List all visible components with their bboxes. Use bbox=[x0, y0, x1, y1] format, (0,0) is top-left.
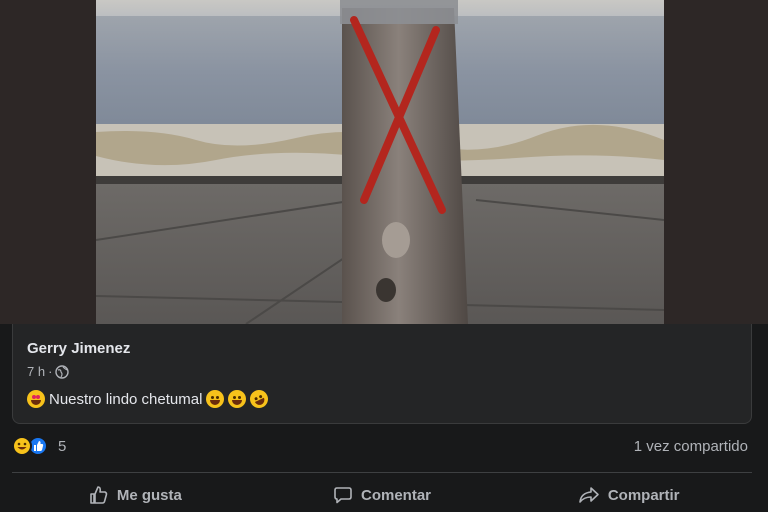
post-meta: 7 h · bbox=[27, 364, 70, 379]
like-button[interactable]: Me gusta bbox=[12, 478, 259, 512]
post-caption: Nuestro lindo chetumal bbox=[27, 387, 272, 411]
post-actions: Me gusta Comentar Compartir bbox=[12, 478, 752, 512]
post-photo[interactable] bbox=[96, 0, 664, 324]
post-time[interactable]: 7 h bbox=[27, 364, 45, 379]
globe-icon[interactable] bbox=[55, 364, 70, 379]
post-caption-card: Gerry Jimenez 7 h · Nuestro lindo chetum… bbox=[12, 324, 752, 424]
smiling-emoji-icon bbox=[206, 390, 225, 408]
haha-reaction-icon bbox=[12, 436, 32, 456]
rofl-emoji-icon bbox=[247, 387, 272, 411]
like-label: Me gusta bbox=[116, 486, 182, 504]
smiling-hearts-emoji-icon bbox=[27, 390, 45, 408]
photo-backdrop bbox=[0, 0, 768, 324]
action-divider bbox=[12, 472, 752, 473]
share-button[interactable]: Compartir bbox=[505, 478, 752, 512]
reaction-summary[interactable]: 5 bbox=[12, 436, 66, 456]
comment-icon bbox=[334, 487, 352, 504]
reaction-count[interactable]: 5 bbox=[58, 438, 66, 455]
caption-text: Nuestro lindo chetumal bbox=[49, 390, 203, 408]
share-arrow-icon bbox=[579, 487, 599, 503]
thumbs-up-icon bbox=[90, 486, 108, 504]
author-name[interactable]: Gerry Jimenez bbox=[27, 340, 130, 357]
comment-button[interactable]: Comentar bbox=[259, 478, 506, 512]
photo-image bbox=[96, 0, 664, 324]
comment-label: Comentar bbox=[361, 486, 432, 504]
grinning-emoji-icon bbox=[228, 390, 247, 408]
post-stats: 5 1 vez compartido bbox=[12, 436, 752, 460]
meta-separator: · bbox=[48, 364, 53, 379]
share-count[interactable]: 1 vez compartido bbox=[634, 438, 748, 455]
share-label: Compartir bbox=[607, 486, 680, 504]
